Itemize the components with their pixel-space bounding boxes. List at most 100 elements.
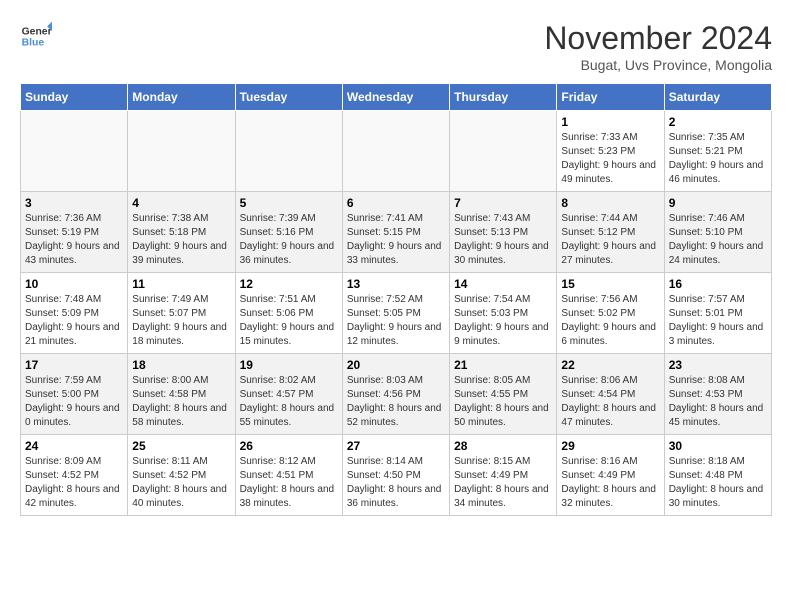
day-info: Sunrise: 7:36 AM Sunset: 5:19 PM Dayligh… [25,212,123,268]
logo-icon: General Blue [20,20,52,52]
day-number: 30 [669,439,767,453]
calendar-cell: 8 Sunrise: 7:44 AM Sunset: 5:12 PM Daylig… [557,192,664,273]
header-friday: Friday [557,84,664,111]
calendar-week-3: 10 Sunrise: 7:48 AM Sunset: 5:09 PM Dayli… [21,273,772,354]
calendar-week-5: 24 Sunrise: 8:09 AM Sunset: 4:52 PM Dayli… [21,435,772,516]
calendar-cell: 30Sunrise: 8:18 AM Sunset: 4:48 PM Dayli… [664,435,771,516]
header-saturday: Saturday [664,84,771,111]
calendar-cell: 24 Sunrise: 8:09 AM Sunset: 4:52 PM Dayli… [21,435,128,516]
day-number: 9 [669,196,767,210]
page-header: General Blue November 2024 Bugat, Uvs Pr… [20,20,772,73]
calendar-week-1: 1 Sunrise: 7:33 AM Sunset: 5:23 PM Daylig… [21,111,772,192]
day-info: Sunrise: 7:56 AM Sunset: 5:02 PM Dayligh… [561,293,659,349]
day-number: 28 [454,439,552,453]
day-info: Sunrise: 7:44 AM Sunset: 5:12 PM Dayligh… [561,212,659,268]
day-info: Sunrise: 8:02 AM Sunset: 4:57 PM Dayligh… [240,374,338,430]
day-number: 8 [561,196,659,210]
day-number: 20 [347,358,445,372]
day-number: 27 [347,439,445,453]
calendar-cell: 12 Sunrise: 7:51 AM Sunset: 5:06 PM Dayli… [235,273,342,354]
calendar-cell: 20Sunrise: 8:03 AM Sunset: 4:56 PM Dayli… [342,354,449,435]
calendar-cell: 28 Sunrise: 8:15 AM Sunset: 4:49 PM Dayli… [450,435,557,516]
day-info: Sunrise: 8:11 AM Sunset: 4:52 PM Dayligh… [132,455,230,511]
day-info: Sunrise: 7:38 AM Sunset: 5:18 PM Dayligh… [132,212,230,268]
day-info: Sunrise: 8:09 AM Sunset: 4:52 PM Dayligh… [25,455,123,511]
day-info: Sunrise: 7:49 AM Sunset: 5:07 PM Dayligh… [132,293,230,349]
day-number: 10 [25,277,123,291]
calendar-cell: 29 Sunrise: 8:16 AM Sunset: 4:49 PM Dayli… [557,435,664,516]
calendar-cell: 1 Sunrise: 7:33 AM Sunset: 5:23 PM Daylig… [557,111,664,192]
day-info: Sunrise: 7:41 AM Sunset: 5:15 PM Dayligh… [347,212,445,268]
calendar-cell: 21Sunrise: 8:05 AM Sunset: 4:55 PM Dayli… [450,354,557,435]
calendar-cell: 17 Sunrise: 7:59 AM Sunset: 5:00 PM Dayli… [21,354,128,435]
calendar-table: SundayMondayTuesdayWednesdayThursdayFrid… [20,83,772,516]
calendar-cell: 13 Sunrise: 7:52 AM Sunset: 5:05 PM Dayli… [342,273,449,354]
day-number: 22 [561,358,659,372]
day-info: Sunrise: 7:39 AM Sunset: 5:16 PM Dayligh… [240,212,338,268]
day-number: 3 [25,196,123,210]
calendar-cell: 22 Sunrise: 8:06 AM Sunset: 4:54 PM Dayli… [557,354,664,435]
day-number: 2 [669,115,767,129]
header-tuesday: Tuesday [235,84,342,111]
calendar-cell: 18Sunrise: 8:00 AM Sunset: 4:58 PM Dayli… [128,354,235,435]
day-number: 15 [561,277,659,291]
calendar-cell: 25 Sunrise: 8:11 AM Sunset: 4:52 PM Dayli… [128,435,235,516]
logo: General Blue [20,20,52,52]
header-sunday: Sunday [21,84,128,111]
day-info: Sunrise: 8:08 AM Sunset: 4:53 PM Dayligh… [669,374,767,430]
calendar-cell: 15 Sunrise: 7:56 AM Sunset: 5:02 PM Dayli… [557,273,664,354]
day-number: 7 [454,196,552,210]
day-number: 13 [347,277,445,291]
day-number: 26 [240,439,338,453]
day-number: 24 [25,439,123,453]
day-number: 6 [347,196,445,210]
day-number: 29 [561,439,659,453]
day-number: 23 [669,358,767,372]
day-number: 5 [240,196,338,210]
day-number: 16 [669,277,767,291]
day-number: 11 [132,277,230,291]
day-info: Sunrise: 7:52 AM Sunset: 5:05 PM Dayligh… [347,293,445,349]
calendar-cell: 27 Sunrise: 8:14 AM Sunset: 4:50 PM Dayli… [342,435,449,516]
calendar-cell: 9Sunrise: 7:46 AM Sunset: 5:10 PM Daylig… [664,192,771,273]
day-number: 17 [25,358,123,372]
header-wednesday: Wednesday [342,84,449,111]
calendar-cell [235,111,342,192]
day-info: Sunrise: 8:14 AM Sunset: 4:50 PM Dayligh… [347,455,445,511]
day-number: 18 [132,358,230,372]
day-info: Sunrise: 8:12 AM Sunset: 4:51 PM Dayligh… [240,455,338,511]
day-number: 1 [561,115,659,129]
day-info: Sunrise: 8:16 AM Sunset: 4:49 PM Dayligh… [561,455,659,511]
day-info: Sunrise: 7:59 AM Sunset: 5:00 PM Dayligh… [25,374,123,430]
day-info: Sunrise: 8:05 AM Sunset: 4:55 PM Dayligh… [454,374,552,430]
calendar-week-4: 17 Sunrise: 7:59 AM Sunset: 5:00 PM Dayli… [21,354,772,435]
day-info: Sunrise: 8:06 AM Sunset: 4:54 PM Dayligh… [561,374,659,430]
month-title: November 2024 [544,20,772,57]
day-info: Sunrise: 7:54 AM Sunset: 5:03 PM Dayligh… [454,293,552,349]
header-monday: Monday [128,84,235,111]
calendar-cell: 7 Sunrise: 7:43 AM Sunset: 5:13 PM Daylig… [450,192,557,273]
day-info: Sunrise: 7:33 AM Sunset: 5:23 PM Dayligh… [561,131,659,187]
title-area: November 2024 Bugat, Uvs Province, Mongo… [544,20,772,73]
calendar-week-2: 3 Sunrise: 7:36 AM Sunset: 5:19 PM Daylig… [21,192,772,273]
svg-text:Blue: Blue [22,38,45,49]
day-info: Sunrise: 7:35 AM Sunset: 5:21 PM Dayligh… [669,131,767,187]
calendar-cell: 23 Sunrise: 8:08 AM Sunset: 4:53 PM Dayli… [664,354,771,435]
location-subtitle: Bugat, Uvs Province, Mongolia [544,57,772,73]
day-info: Sunrise: 8:15 AM Sunset: 4:49 PM Dayligh… [454,455,552,511]
day-info: Sunrise: 7:48 AM Sunset: 5:09 PM Dayligh… [25,293,123,349]
day-number: 12 [240,277,338,291]
calendar-cell: 11 Sunrise: 7:49 AM Sunset: 5:07 PM Dayli… [128,273,235,354]
calendar-cell: 6 Sunrise: 7:41 AM Sunset: 5:15 PM Daylig… [342,192,449,273]
calendar-cell [450,111,557,192]
calendar-cell: 4 Sunrise: 7:38 AM Sunset: 5:18 PM Daylig… [128,192,235,273]
calendar-cell: 14Sunrise: 7:54 AM Sunset: 5:03 PM Dayli… [450,273,557,354]
day-info: Sunrise: 7:43 AM Sunset: 5:13 PM Dayligh… [454,212,552,268]
day-info: Sunrise: 7:51 AM Sunset: 5:06 PM Dayligh… [240,293,338,349]
calendar-cell: 10 Sunrise: 7:48 AM Sunset: 5:09 PM Dayli… [21,273,128,354]
svg-text:General: General [22,26,52,37]
day-number: 25 [132,439,230,453]
day-number: 4 [132,196,230,210]
calendar-cell: 2 Sunrise: 7:35 AM Sunset: 5:21 PM Daylig… [664,111,771,192]
calendar-cell: 16Sunrise: 7:57 AM Sunset: 5:01 PM Dayli… [664,273,771,354]
